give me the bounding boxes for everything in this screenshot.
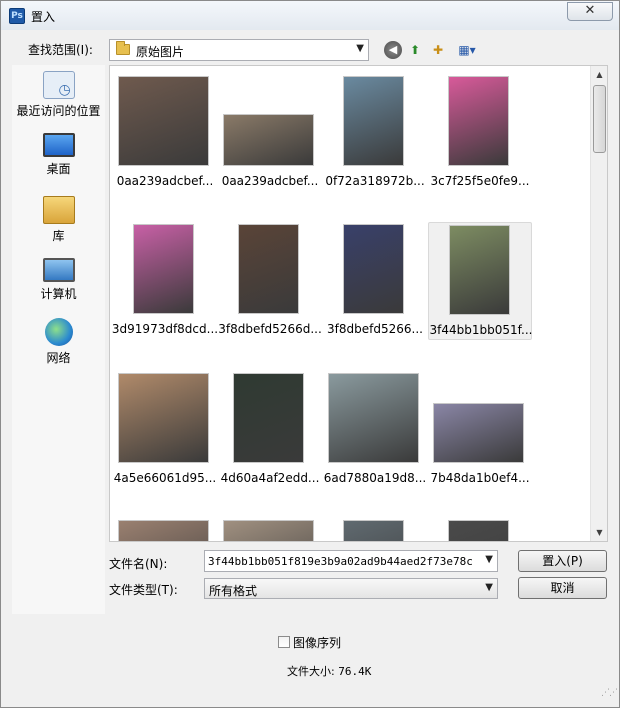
scrollbar-thumb[interactable] [593,85,606,153]
look-in-dropdown[interactable]: 原始图片 ▼ [109,39,369,61]
window-title: 置入 [31,10,56,24]
place-label: 桌面 [46,162,71,176]
file-name: 0aa239adcbef... [221,174,319,188]
look-in-label: 查找范围(I): [28,43,93,57]
file-name: 3f8dbefd5266d... [218,322,322,336]
file-name: 6ad7880a19d8... [323,471,427,485]
thumbnail [328,373,419,463]
file-item[interactable] [323,518,427,541]
thumbnail [448,520,509,541]
file-name: 7b48da1b0ef4... [430,471,530,485]
computer-icon [42,258,75,282]
cancel-button[interactable]: 取消 [518,577,607,599]
new-folder-button[interactable]: ✚ [429,41,447,59]
file-item[interactable]: 3c7f25f5e0fe9... [428,74,532,192]
scroll-up-arrow-icon[interactable]: ▲ [591,66,608,83]
file-item[interactable]: 0f72a318972b... [323,74,427,192]
file-type-label: 文件类型(T): [109,583,178,597]
close-button[interactable]: ✕ [567,2,613,21]
back-button[interactable]: ◀ [384,41,402,59]
file-name: 3f8dbefd5266... [327,322,423,336]
file-name: 3f44bb1bb051f... [429,323,533,337]
chevron-down-icon: ▼ [356,43,364,54]
thumbnail [238,224,299,314]
file-item[interactable]: 0aa239adcbef... [218,74,322,192]
thumbnail [448,76,509,166]
scroll-down-arrow-icon[interactable]: ▼ [591,524,608,541]
chevron-down-icon[interactable]: ▼ [485,554,493,565]
folder-icon [116,41,130,55]
look-in-value: 原始图片 [136,45,185,59]
file-name: 4d60a4af2edd... [220,471,320,485]
thumbnail [433,403,524,463]
file-item[interactable]: 4d60a4af2edd... [218,371,322,489]
places-bar: 最近访问的位置 桌面 库 计算机 网络 [12,65,105,614]
file-item[interactable]: 0aa239adcbef... [113,74,217,192]
views-menu-button[interactable]: ▦▾ [453,41,481,59]
place-libraries[interactable]: 库 [12,196,105,244]
thumbnail [133,224,194,314]
file-name-label: 文件名(N): [109,557,168,571]
file-name: 3d91973df8dcd... [111,322,219,336]
file-item[interactable] [113,518,217,541]
thumbnail [233,373,304,463]
file-name: 0f72a318972b... [325,174,425,188]
desktop-icon [42,133,75,157]
file-name-input[interactable]: 3f44bb1bb051f819e3b9a02ad9b44aed2f73e78c… [204,550,498,572]
file-size-label: 文件大小: [287,665,335,678]
file-name: 3c7f25f5e0fe9... [430,174,530,188]
file-name: 0aa239adcbef... [116,174,214,188]
place-label: 计算机 [40,287,77,301]
file-item-selected[interactable]: 3f44bb1bb051f... [428,222,532,340]
thumbnail [343,520,404,541]
resize-grip-icon[interactable]: ⋰⋰ [601,689,618,705]
file-size-value: 76.4K [338,665,372,678]
file-item[interactable]: 3f8dbefd5266d... [218,222,322,340]
file-type-value: 所有格式 [209,584,258,598]
file-size-readout: 文件大小: 76.4K [287,663,371,679]
place-dialog: Ps 置入 ✕ 查找范围(I): 原始图片 ▼ ◀ ⬆ ✚ ▦▾ 最近访问的位置… [0,0,620,708]
place-desktop[interactable]: 桌面 [12,133,105,177]
place-label: 网络 [46,351,71,365]
thumbnail [449,225,510,315]
file-item[interactable] [218,518,322,541]
thumbnail [343,224,404,314]
place-recent[interactable]: 最近访问的位置 [12,71,105,119]
libraries-icon [42,196,75,224]
photoshop-icon: Ps [9,8,25,24]
file-item[interactable]: 3f8dbefd5266... [323,222,427,340]
place-button[interactable]: 置入(P) [518,550,607,572]
file-item[interactable] [428,518,532,541]
recent-places-icon [42,71,75,99]
vertical-scrollbar[interactable]: ▲ ▼ [590,66,607,541]
image-sequence-label: 图像序列 [293,636,342,650]
file-item[interactable]: 4a5e66061d95... [113,371,217,489]
file-name: 4a5e66061d95... [113,471,217,485]
place-label: 最近访问的位置 [16,104,101,118]
thumbnail [223,114,314,166]
thumbnail [343,76,404,166]
place-network[interactable]: 网络 [12,318,105,366]
file-item[interactable]: 3d91973df8dcd... [112,222,218,340]
place-computer[interactable]: 计算机 [12,258,105,302]
file-item[interactable]: 7b48da1b0ef4... [428,371,532,489]
file-name-value: 3f44bb1bb051f819e3b9a02ad9b44aed2f73e78c [208,555,473,568]
network-icon [44,318,73,346]
file-type-dropdown[interactable]: 所有格式 ▼ [204,578,498,599]
chevron-down-icon: ▼ [485,582,493,593]
up-one-level-button[interactable]: ⬆ [406,41,424,59]
file-list[interactable]: 0aa239adcbef... 0aa239adcbef... 0f72a318… [109,65,608,542]
title-bar: Ps 置入 ✕ [1,1,619,30]
file-item[interactable]: 6ad7880a19d8... [323,371,427,489]
thumbnail [118,520,209,541]
image-sequence-checkbox[interactable] [278,636,290,648]
thumbnail [118,373,209,463]
thumbnail [223,520,314,541]
thumbnail [118,76,209,166]
place-label: 库 [52,229,65,243]
